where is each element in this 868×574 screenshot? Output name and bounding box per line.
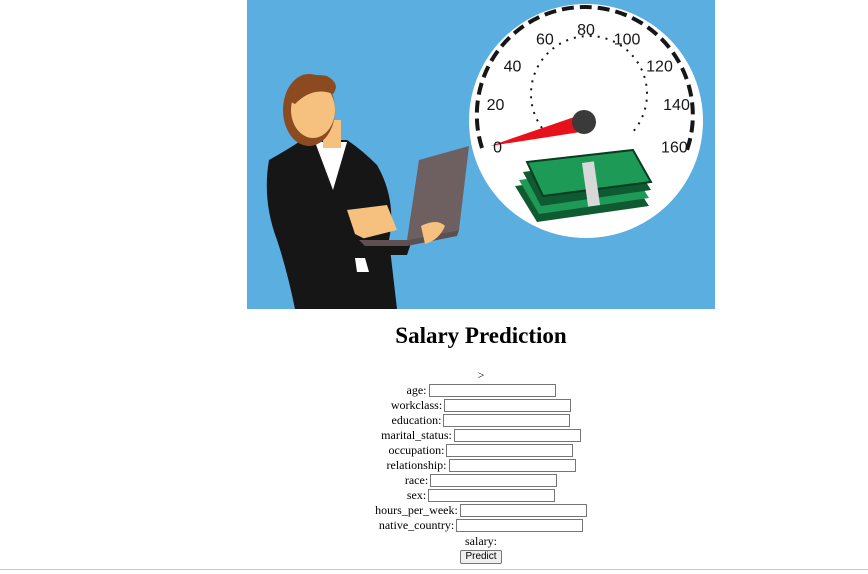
field-label: workclass: [390, 397, 443, 412]
field-input[interactable] [446, 443, 574, 457]
form-row: hours_per_week: [0, 502, 868, 517]
form-row: workclass: [0, 397, 868, 412]
field-label: marital_status: [381, 427, 452, 442]
field-input[interactable] [453, 428, 581, 442]
gauge-label: 140 [663, 97, 690, 114]
form-row: native_country: [0, 517, 868, 532]
form-row: marital_status: [0, 427, 868, 442]
field-input[interactable] [448, 458, 576, 472]
form-row: relationship: [0, 457, 868, 472]
field-input[interactable] [428, 488, 556, 502]
field-label: hours_per_week: [375, 502, 458, 517]
form-fields: age: workclass: education: marital_status: o… [0, 382, 868, 532]
field-input[interactable] [456, 518, 584, 532]
field-label: relationship: [386, 457, 447, 472]
gauge-label: 0 [493, 139, 502, 156]
gauge-label: 80 [577, 22, 595, 39]
field-input[interactable] [428, 383, 556, 397]
gauge-label: 60 [536, 32, 554, 49]
form-row: age: [0, 382, 868, 397]
form-row: education: [0, 412, 868, 427]
form-row: sex: [0, 487, 868, 502]
gauge-label: 120 [646, 59, 673, 76]
field-input[interactable] [459, 503, 587, 517]
field-label: native_country: [378, 517, 455, 532]
hero-illustration: 0 20 40 60 80 100 120 140 160 [247, 0, 715, 309]
gauge-label: 100 [614, 32, 641, 49]
gauge-label: 160 [661, 139, 688, 156]
gauge-label: 40 [504, 59, 522, 76]
prediction-form: age: workclass: education: marital_status: o… [0, 382, 868, 564]
field-input[interactable] [444, 398, 572, 412]
field-label: race: [404, 472, 429, 487]
field-label: occupation: [388, 442, 445, 457]
form-row: occupation: [0, 442, 868, 457]
page: 0 20 40 60 80 100 120 140 160 Salary Prediction … [0, 0, 868, 574]
field-label: sex: [406, 487, 427, 502]
field-input[interactable] [443, 413, 571, 427]
field-input[interactable] [430, 473, 558, 487]
stray-marker-text: > [477, 368, 485, 382]
field-label: education: [391, 412, 442, 427]
field-label: age: [406, 382, 427, 397]
salary-label: salary: [465, 534, 497, 548]
gauge-label: 20 [487, 97, 505, 114]
predict-button[interactable]: Predict [460, 550, 502, 564]
bottom-divider [0, 569, 868, 570]
page-title: Salary Prediction [395, 323, 567, 348]
form-row: race: [0, 472, 868, 487]
